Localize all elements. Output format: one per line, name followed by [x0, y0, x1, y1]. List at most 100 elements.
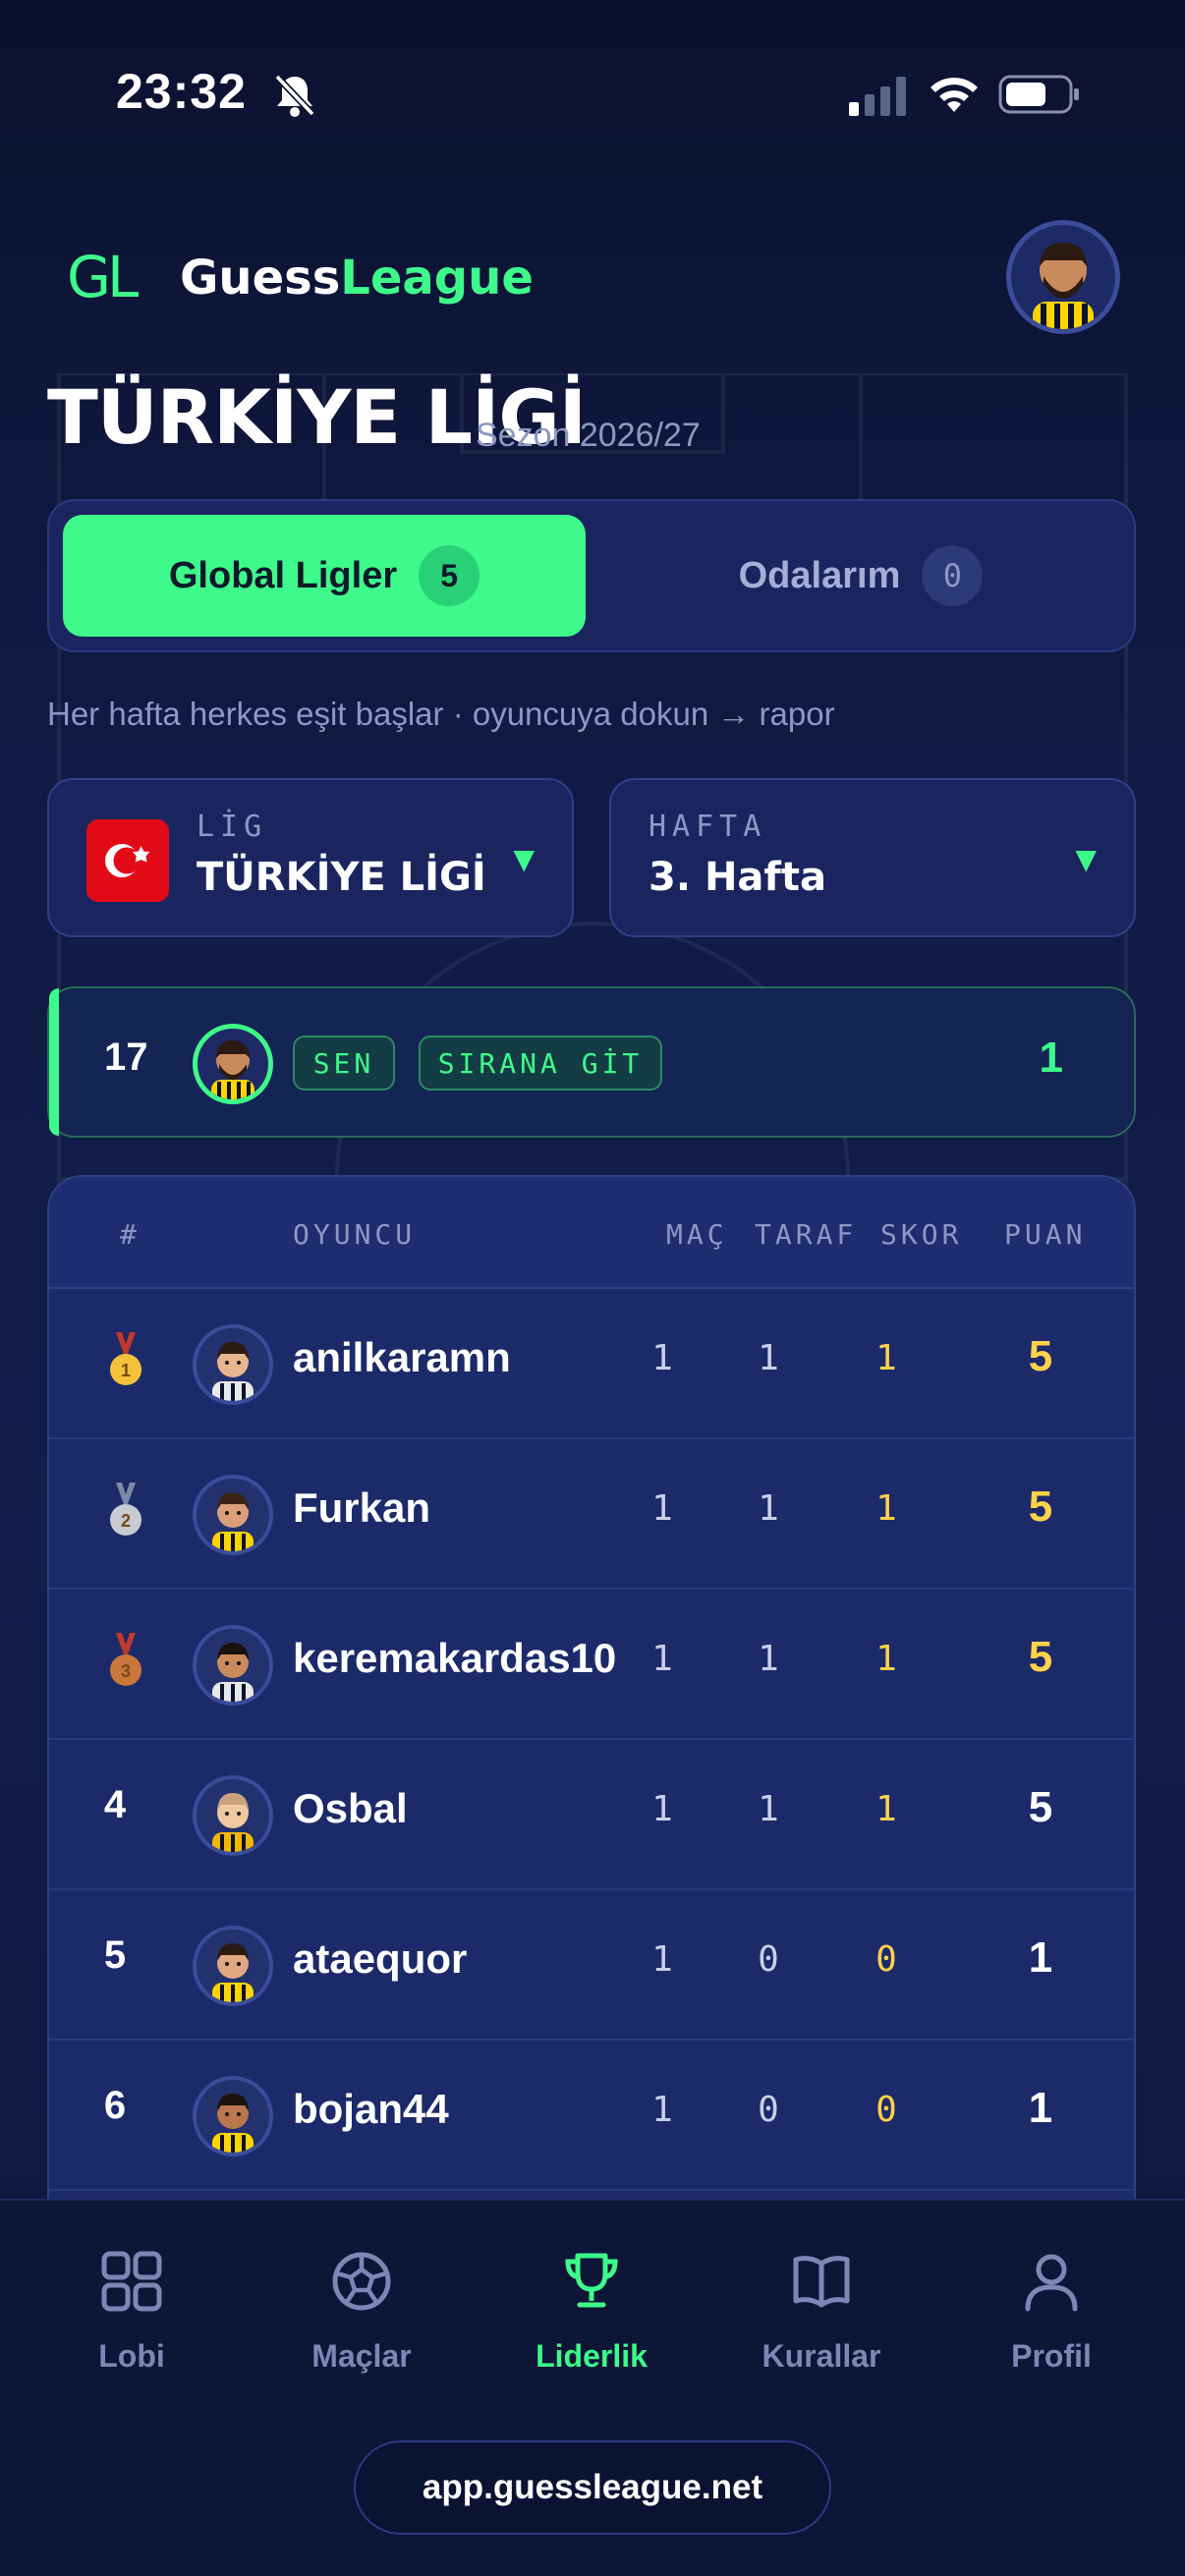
- nav-item-matches[interactable]: Maçlar: [263, 2250, 460, 2375]
- svg-text:3: 3: [121, 1661, 131, 1681]
- player-avatar: [193, 1775, 273, 1856]
- season-label: Sezon 2026/27: [476, 417, 701, 454]
- player-name: bojan44: [293, 2086, 449, 2132]
- table-row[interactable]: 6 bojan44 1 0 0 1: [49, 2041, 1134, 2191]
- table-header: # OYUNCU MAÇ TARAF SKOR PUAN: [49, 1177, 1134, 1289]
- played-value: 1: [651, 1488, 673, 1529]
- table-row[interactable]: 3 keremakardas10 1 1 1 5: [49, 1590, 1134, 1740]
- header-played: MAÇ: [666, 1218, 728, 1251]
- score-value: 0: [875, 2090, 897, 2130]
- wifi-icon: [931, 78, 978, 112]
- header-side: TARAF: [755, 1218, 858, 1251]
- leaderboard-table: # OYUNCU MAÇ TARAF SKOR PUAN 1 anilkaram…: [47, 1175, 1136, 2256]
- battery-icon: [998, 75, 1079, 114]
- header-player: OYUNCU: [293, 1218, 417, 1251]
- tab-bar: Global Ligler 5 Odalarım 0: [47, 499, 1136, 652]
- side-value: 1: [758, 1488, 779, 1529]
- row-rank: 6: [103, 2084, 127, 2127]
- caret-down-icon: ▼: [1075, 843, 1097, 875]
- you-badge: SEN: [293, 1036, 395, 1091]
- nav-item-lobby[interactable]: Lobi: [33, 2250, 230, 2375]
- week-selector[interactable]: HAFTA 3. Hafta ▼: [609, 778, 1136, 937]
- player-avatar: [193, 1625, 273, 1706]
- table-row[interactable]: 5 ataequor 1 0 0 1: [49, 1890, 1134, 2041]
- hint-text: Her hafta herkes eşit başlar · oyuncuya …: [47, 696, 835, 732]
- status-time: 23:32: [116, 64, 247, 119]
- points-value: 5: [1028, 1633, 1053, 1681]
- nav-item-leaderboard[interactable]: Liderlik: [493, 2250, 690, 2375]
- table-row[interactable]: 1 anilkaramn 1 1 1 5: [49, 1289, 1134, 1439]
- side-value: 1: [758, 1789, 779, 1829]
- side-value: 0: [758, 2090, 779, 2130]
- player-name: ataequor: [293, 1935, 468, 1982]
- player-name: anilkaramn: [293, 1334, 511, 1380]
- trophy-icon: [565, 2253, 618, 2308]
- player-name: keremakardas10: [293, 1635, 617, 1681]
- avatar-illustration: [1033, 243, 1094, 329]
- silver-medal-icon: 2: [110, 1483, 141, 1536]
- logo-mark: GL: [67, 244, 139, 310]
- score-value: 1: [875, 1338, 897, 1378]
- score-value: 1: [875, 1639, 897, 1679]
- side-value: 1: [758, 1639, 779, 1679]
- score-value: 1: [875, 1789, 897, 1829]
- side-value: 1: [758, 1338, 779, 1378]
- points-value: 5: [1028, 1483, 1053, 1531]
- player-avatar: [193, 1926, 273, 2006]
- svg-text:1: 1: [121, 1361, 131, 1380]
- my-avatar: [193, 1024, 273, 1104]
- go-to-my-rank-button[interactable]: SIRANA GİT: [419, 1036, 662, 1091]
- played-value: 1: [651, 1789, 673, 1829]
- row-rank: 5: [103, 1933, 127, 1977]
- played-value: 1: [651, 1939, 673, 1980]
- player-avatar: [193, 1324, 273, 1405]
- tab-count-badge: 5: [419, 545, 480, 606]
- side-value: 0: [758, 1939, 779, 1980]
- soccer-ball-icon: [332, 2252, 391, 2311]
- points-value: 5: [1028, 1783, 1053, 1831]
- nav-item-rules[interactable]: Kurallar: [723, 2250, 920, 2375]
- player-avatar: [193, 2076, 273, 2156]
- table-row[interactable]: 4 Osbal 1 1 1 5: [49, 1740, 1134, 1890]
- points-value: 5: [1028, 1332, 1053, 1380]
- nav-item-profile[interactable]: Profil: [953, 2250, 1150, 2375]
- header-points: PUAN: [1004, 1218, 1087, 1251]
- book-icon: [793, 2256, 850, 2308]
- svg-text:2: 2: [121, 1511, 131, 1531]
- my-points: 1: [1039, 1034, 1063, 1082]
- player-name: Osbal: [293, 1785, 408, 1831]
- points-value: 1: [1028, 1933, 1053, 1982]
- gold-medal-icon: 1: [110, 1332, 141, 1385]
- league-selector[interactable]: LİG TÜRKİYE LİGİ ▼: [47, 778, 574, 937]
- user-icon: [1025, 2254, 1078, 2312]
- table-row[interactable]: 2 Furkan 1 1 1 5: [49, 1439, 1134, 1590]
- week-selector-label: HAFTA: [649, 810, 767, 844]
- points-value: 1: [1028, 2084, 1053, 2132]
- week-selector-value: 3. Hafta: [649, 855, 826, 900]
- tab-count-badge: 0: [922, 545, 984, 606]
- played-value: 1: [651, 1338, 673, 1378]
- grid-icon: [101, 2251, 162, 2312]
- header-score: SKOR: [880, 1218, 963, 1251]
- tab-global-leagues[interactable]: Global Ligler 5: [63, 515, 586, 637]
- played-value: 1: [651, 1639, 673, 1679]
- my-rank-card[interactable]: 17 SEN SIRANA GİT 1: [47, 986, 1136, 1138]
- bell-muted-icon: [274, 74, 315, 117]
- score-value: 0: [875, 1939, 897, 1980]
- profile-avatar[interactable]: [1006, 220, 1120, 334]
- accent-bar: [49, 988, 59, 1136]
- caret-down-icon: ▼: [513, 843, 535, 875]
- my-rank: 17: [104, 1036, 148, 1079]
- tab-my-rooms[interactable]: Odalarım 0: [599, 515, 1122, 637]
- turkey-flag-icon: [86, 819, 169, 902]
- bronze-medal-icon: 3: [110, 1633, 141, 1686]
- brand-name: GuessLeague: [180, 251, 534, 306]
- url-bar[interactable]: app.guessleague.net: [354, 2440, 831, 2535]
- header-rank: #: [120, 1218, 141, 1251]
- league-selector-value: TÜRKİYE LİGİ: [197, 855, 486, 900]
- league-selector-label: LİG: [197, 810, 268, 844]
- player-name: Furkan: [293, 1484, 431, 1531]
- row-rank: 4: [103, 1783, 127, 1826]
- player-avatar: [193, 1475, 273, 1555]
- score-value: 1: [875, 1488, 897, 1529]
